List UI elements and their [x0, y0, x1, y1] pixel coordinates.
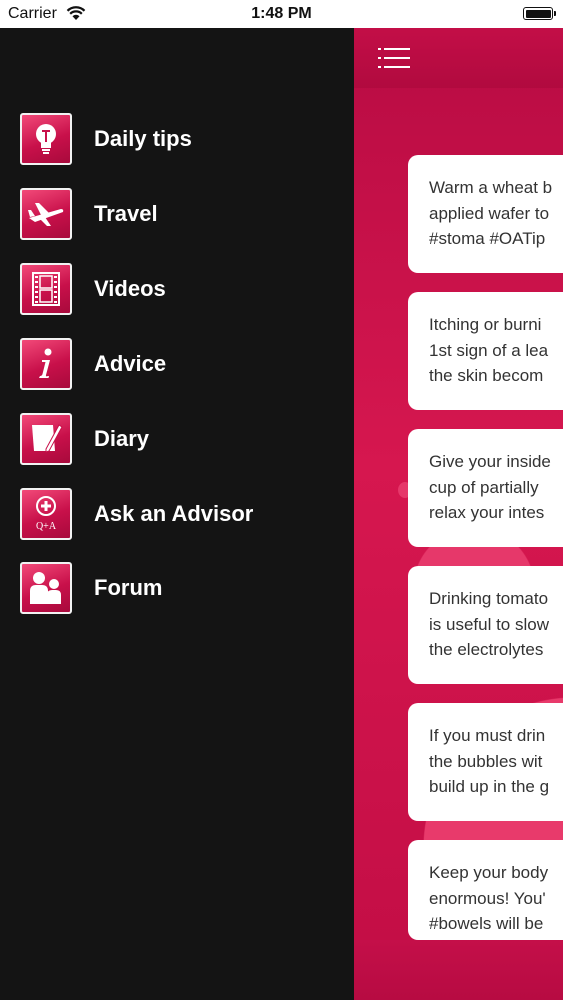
info-icon — [20, 338, 72, 390]
tip-card[interactable]: Warm a wheat b applied wafer to #stoma #… — [408, 155, 563, 273]
status-bar: Carrier 1:48 PM — [0, 0, 563, 28]
clock-label: 1:48 PM — [251, 5, 312, 22]
tip-text: Itching or burni 1st sign of a lea the s… — [429, 315, 549, 385]
people-icon — [20, 562, 72, 614]
tip-text: If you must drin the bubbles wit build u… — [429, 726, 550, 796]
side-menu: Daily tips Travel Videos Advice Diary Q+… — [0, 28, 354, 1000]
lightbulb-icon — [20, 113, 72, 165]
menu-item-travel[interactable]: Travel — [20, 186, 340, 242]
bottom-bar — [354, 940, 563, 1000]
menu-item-advice[interactable]: Advice — [20, 336, 340, 392]
menu-label: Advice — [94, 351, 167, 376]
menu-label: Daily tips — [94, 126, 192, 151]
tips-feed: Warm a wheat b applied wafer to #stoma #… — [354, 28, 563, 1000]
airplane-icon — [20, 188, 72, 240]
tip-text: Warm a wheat b applied wafer to #stoma #… — [429, 178, 553, 248]
menu-item-daily-tips[interactable]: Daily tips — [20, 111, 340, 167]
menu-label: Forum — [94, 575, 163, 600]
tip-text: Drinking tomato is useful to slow the el… — [429, 589, 549, 659]
film-strip-icon — [20, 263, 72, 315]
menu-item-ask-an-advisor[interactable]: Q+A Ask an Advisor — [20, 486, 340, 542]
tip-card[interactable]: Keep your body enormous! You' #bowels wi… — [408, 840, 563, 940]
qa-icon-text: Q+A — [36, 521, 57, 532]
menu-label: Travel — [94, 201, 158, 226]
menu-label: Videos — [94, 276, 166, 301]
tip-card[interactable]: Drinking tomato is useful to slow the el… — [408, 566, 563, 684]
menu-item-diary[interactable]: Diary — [20, 411, 340, 467]
tip-card[interactable]: Give your inside cup of partially relax … — [408, 429, 563, 547]
tip-text: Keep your body enormous! You' #bowels wi… — [429, 863, 549, 933]
tip-card[interactable]: If you must drin the bubbles wit build u… — [408, 703, 563, 821]
battery-icon — [523, 7, 556, 20]
menu-label: Diary — [94, 426, 150, 451]
qa-icon: Q+A — [20, 488, 72, 540]
tip-text: Give your inside cup of partially relax … — [429, 452, 551, 522]
nav-bar — [354, 28, 563, 88]
menu-item-forum[interactable]: Forum — [20, 560, 340, 616]
menu-item-videos[interactable]: Videos — [20, 261, 340, 317]
notepad-pen-icon — [20, 413, 72, 465]
tip-card[interactable]: Itching or burni 1st sign of a lea the s… — [408, 292, 563, 410]
list-menu-icon[interactable] — [378, 46, 410, 70]
menu-label: Ask an Advisor — [94, 501, 254, 526]
